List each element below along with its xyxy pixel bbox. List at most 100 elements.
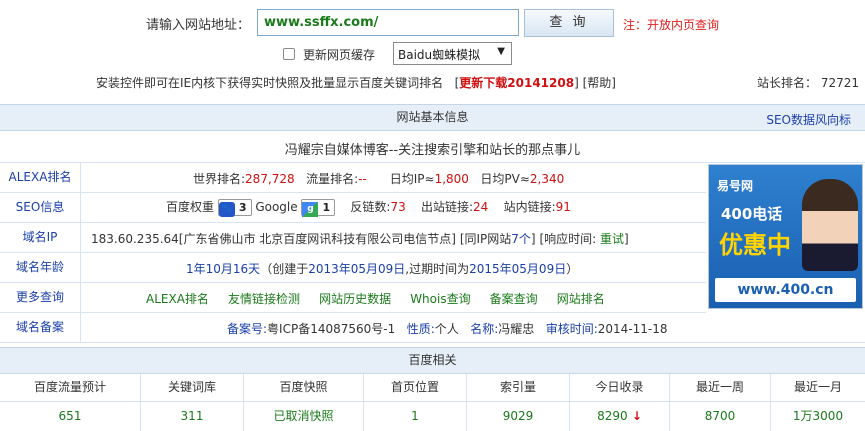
more-link-friendlinks[interactable]: 友情链接检测 <box>228 292 300 306</box>
baidu-weight-label: 百度权重 <box>166 200 215 214</box>
response-suffix: ] <box>624 232 629 246</box>
inner-page-note: 注：开放内页查询 <box>623 18 720 32</box>
google-pr-value: 1 <box>322 201 331 214</box>
inlinks-value[interactable]: 91 <box>556 200 571 214</box>
outlinks-value[interactable]: 24 <box>473 200 488 214</box>
icp-value: 粤ICP备14087560号-1 <box>267 322 396 336</box>
daily-ip-value: 1,800 <box>434 172 469 186</box>
alexa-row: ALEXA排名 世界排名:287,728 流量排名:-- 日均IP≈1,800 … <box>0 163 706 193</box>
cell-today-indexed[interactable]: 8290 ↓ <box>570 402 670 431</box>
cell-value: 8290 <box>597 409 628 423</box>
download-link[interactable]: 更新下载20141208 <box>459 76 574 90</box>
seo-trend-link[interactable]: SEO数据风向标 <box>766 111 851 128</box>
ad-phone: 400电话 <box>721 205 783 223</box>
refresh-cache-label[interactable]: 更新网页缓存 <box>303 46 375 63</box>
alexa-data: 世界排名:287,728 流量排名:-- 日均IP≈1,800 日均PV≈2,3… <box>193 170 564 187</box>
google-label: Google <box>255 200 298 214</box>
icp-data: 备案号:粤ICP备14087560号-1 性质:个人 名称:冯耀忠 审核时间:2… <box>227 320 668 337</box>
cell-home-position[interactable]: 1 <box>364 402 467 431</box>
more-row: 更多查询 ALEXA排名 友情链接检测 网站历史数据 Whois查询 备案查询 … <box>0 283 706 313</box>
col-header-traffic-estimate: 百度流量预计 <box>0 374 141 402</box>
backlinks-value[interactable]: 73 <box>390 200 405 214</box>
cell-keyword-lib[interactable]: 311 <box>141 402 244 431</box>
ad-site: www.400.cn <box>715 278 856 302</box>
cell-value: 1万3000 <box>792 409 844 423</box>
same-ip-link[interactable]: 7个 <box>511 232 531 246</box>
outlinks-label: 出站链接: <box>421 200 474 214</box>
cell-value: 311 <box>180 409 204 423</box>
baidu-header-title: 百度相关 <box>408 353 457 367</box>
alexa-label: ALEXA排名 <box>0 163 81 192</box>
daily-pv-value: 2,340 <box>529 172 565 186</box>
cell-index-count[interactable]: 9029 <box>467 402 570 431</box>
spider-select[interactable]: Baidu蜘蛛模拟 ▼ <box>393 42 512 65</box>
more-link-alexa[interactable]: ALEXA排名 <box>146 292 209 306</box>
rank-value: 72721 <box>820 76 860 90</box>
google-pr-badge[interactable]: g1 <box>301 199 336 217</box>
more-link-icp[interactable]: 备案查询 <box>490 292 538 306</box>
baidu-header: 百度相关 <box>0 347 865 374</box>
cell-value: 1 <box>411 409 419 423</box>
traffic-rank-value: -- <box>358 172 367 186</box>
ip-label: 域名IP <box>0 223 81 252</box>
daily-pv-label: 日均PV≈ <box>480 172 530 186</box>
ip-value: 183.60.235.64[广东省佛山市 北京百度网讯科技有限公司电信节点] <box>91 232 456 246</box>
basic-info-title: 网站基本信息 <box>396 110 469 124</box>
cell-value: 8700 <box>704 409 736 423</box>
more-link-site-rank[interactable]: 网站排名 <box>557 292 605 306</box>
daily-ip-label: 日均IP≈ <box>389 172 435 186</box>
site-title: 冯耀宗自媒体博客--关注搜索引擎和站长的那点事儿 <box>284 143 581 158</box>
baidu-paw-icon: 🐾 <box>218 202 235 217</box>
cell-value: 已取消快照 <box>273 409 334 423</box>
age-data: 1年10月16天（创建于2013年05月09日,过期时间为2015年05月09日… <box>186 260 578 277</box>
cell-value: 651 <box>58 409 82 423</box>
seo-row: SEO信息 百度权重 🐾 3 Google g1 反链数:73 出站链接:24 站… <box>0 193 706 223</box>
help-link[interactable]: 帮助 <box>587 76 611 90</box>
webmaster-rank: 站长排名： 72721 <box>757 74 859 91</box>
audit-value: 2014-11-18 <box>597 322 668 336</box>
audit-label: 审核时间: <box>545 322 598 336</box>
baidu-table-head: 百度流量预计 关键词库 百度快照 首页位置 索引量 今日收录 最近一周 最近一月 <box>0 374 865 402</box>
col-header-keyword-lib: 关键词库 <box>141 374 244 402</box>
expire-prefix: ,过期时间为 <box>405 262 470 276</box>
baidu-weight-value: 3 <box>238 201 247 214</box>
cell-last-month[interactable]: 1万3000 <box>771 402 865 431</box>
url-input[interactable] <box>257 9 519 36</box>
ad-person-image <box>802 179 858 271</box>
refresh-cache-checkbox[interactable] <box>283 48 295 60</box>
ad-slogan: 优惠中 <box>719 231 791 259</box>
spider-select-value: Baidu蜘蛛模拟 <box>398 48 481 62</box>
cell-last-week[interactable]: 8700 <box>670 402 771 431</box>
ip-row: 域名IP 183.60.235.64[广东省佛山市 北京百度网讯科技有限公司电信… <box>0 223 706 253</box>
same-ip-suffix: ] <box>530 232 536 246</box>
more-link-history[interactable]: 网站历史数据 <box>319 292 391 306</box>
install-info: 安装控件即可在IE内核下获得实时快照及批量显示百度关键词排名 [更新下载2014… <box>96 76 616 90</box>
age-suffix: ） <box>566 262 579 276</box>
cell-snapshot[interactable]: 已取消快照 <box>244 402 364 431</box>
nature-label: 性质: <box>406 322 435 336</box>
response-prefix: [响应时间: <box>539 232 597 246</box>
inlinks-label: 站内链接: <box>503 200 556 214</box>
cell-value: 9029 <box>502 409 534 423</box>
age-value: 1年10月16天 <box>186 262 261 276</box>
created-prefix: （创建于 <box>260 262 309 276</box>
more-link-whois[interactable]: Whois查询 <box>410 292 470 306</box>
google-icon: g <box>302 202 319 217</box>
col-header-snapshot: 百度快照 <box>244 374 364 402</box>
ad-logo: 易号网 <box>717 179 754 193</box>
baidu-weight-badge[interactable]: 🐾 3 <box>217 199 252 217</box>
col-header-last-month: 最近一月 <box>793 380 842 394</box>
ad-banner[interactable]: 易号网 400电话 优惠中 www.400.cn <box>708 164 863 309</box>
retest-link[interactable]: 重试 <box>600 232 624 246</box>
install-text: 安装控件即可在IE内核下获得实时快照及批量显示百度关键词排名 <box>96 76 444 90</box>
rank-label: 站长排名： <box>757 76 818 90</box>
chevron-down-icon: ▼ <box>497 46 505 57</box>
cell-traffic-estimate[interactable]: 651 <box>0 402 141 431</box>
created-date: 2013年05月09日 <box>308 262 406 276</box>
arrow-down-icon: ↓ <box>627 409 642 423</box>
url-label: 请输入网站地址： <box>146 18 251 33</box>
baidu-table: 百度流量预计 关键词库 百度快照 首页位置 索引量 今日收录 最近一周 最近一月 651 311… <box>0 374 865 431</box>
name-value: 冯耀忠 <box>498 322 535 336</box>
name-label: 名称: <box>470 322 499 336</box>
query-button[interactable]: 查 询 <box>524 9 614 37</box>
